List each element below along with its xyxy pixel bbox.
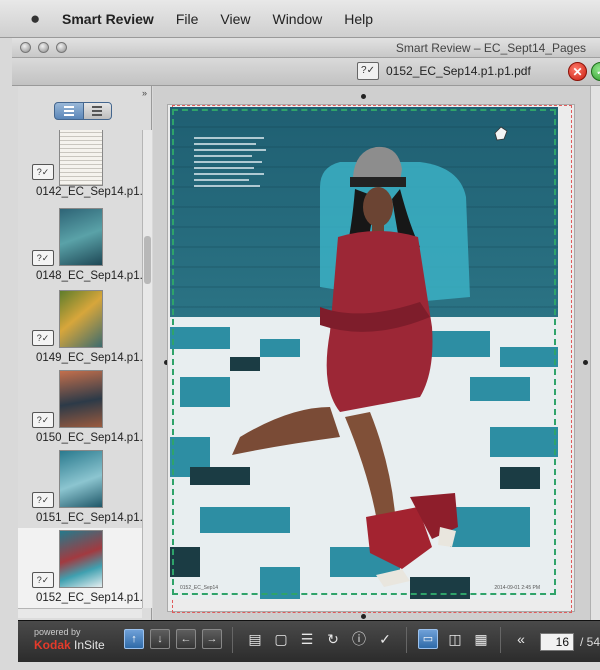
list-view-icon: [92, 106, 103, 116]
collapse-sidebar-button[interactable]: »: [142, 88, 147, 98]
list-view-button[interactable]: [83, 103, 111, 119]
thumbnail-label: 0142_EC_Sep14.p1.: [36, 186, 142, 198]
approval-badge-icon[interactable]: ?✓: [32, 164, 54, 180]
menu-help[interactable]: Help: [344, 11, 373, 27]
spread-view-icon[interactable]: ◫: [444, 629, 466, 649]
approval-badge-icon[interactable]: ?✓: [32, 250, 54, 266]
page-preview[interactable]: 0152_EC_Sep14 2014-09-01 2:45 PM: [167, 104, 575, 613]
thumbnail-label: 0151_EC_Sep14.p1.: [36, 512, 142, 524]
kodak-insite-logo: Kodak InSite: [34, 638, 105, 652]
upload-icon[interactable]: ↑: [124, 629, 144, 649]
screen: ● Smart Review File View Window Help Sma…: [0, 0, 600, 670]
sidebar-vertical-scrollbar[interactable]: [142, 130, 152, 608]
first-page-icon[interactable]: «: [510, 629, 532, 649]
thumbnail-view-toggle[interactable]: [54, 102, 112, 120]
thumbnail-list: ?✓ 0142_EC_Sep14.p1. ?✓ 0148_EC_Sep14.p1…: [18, 130, 142, 608]
page-thumbnail-image: [59, 530, 103, 588]
center-marker-bottom: [361, 614, 366, 619]
bleed-box: [172, 109, 556, 595]
sidebar-horizontal-scrollbar[interactable]: [18, 608, 142, 618]
thumbnail-label: 0148_EC_Sep14.p1.: [36, 270, 142, 282]
center-marker-right: [583, 360, 588, 365]
menu-view[interactable]: View: [220, 11, 250, 27]
grid-view-icon[interactable]: ▦: [470, 629, 492, 649]
page-thumbnail-image: [59, 208, 103, 266]
page-thumbnail-image: [59, 130, 103, 186]
brand-kodak: Kodak: [34, 638, 71, 652]
apple-menu-icon[interactable]: ●: [30, 9, 46, 28]
approval-icon[interactable]: ✓: [374, 629, 396, 649]
approve-button[interactable]: ✓: [591, 62, 600, 81]
window-title-bar: Smart Review – EC_Sept14_Pages: [12, 38, 600, 58]
menu-bar: ● Smart Review File View Window Help: [0, 0, 600, 38]
approval-badge-icon[interactable]: ?✓: [32, 572, 54, 588]
page-thumbnail-image: [59, 290, 103, 348]
page-canvas: 0152_EC_Sep14 2014-09-01 2:45 PM: [153, 86, 600, 620]
center-marker-top: [361, 94, 366, 99]
page-total: / 54: [580, 635, 600, 649]
toolbar-divider: [500, 627, 501, 653]
page-thumbnail-image: [59, 370, 103, 428]
thumbnail-item[interactable]: ?✓ 0150_EC_Sep14.p1.: [18, 370, 142, 450]
document-toolbar: ?✓ 0152_EC_Sep14.p1.p1.pdf ✕ ✓: [12, 58, 600, 86]
page-number-input[interactable]: 16: [540, 633, 574, 651]
refresh-icon[interactable]: ↻: [322, 629, 344, 649]
list-icon[interactable]: ☰: [296, 629, 318, 649]
canvas-vertical-scrollbar[interactable]: [590, 86, 600, 620]
window-minimize-button[interactable]: [38, 42, 49, 53]
thumbnail-label: 0149_EC_Sep14.p1.: [36, 352, 142, 364]
approval-badge-icon[interactable]: ?✓: [32, 412, 54, 428]
download-icon[interactable]: ↓: [150, 629, 170, 649]
approval-badge-icon[interactable]: ?✓: [32, 492, 54, 508]
menu-window[interactable]: Window: [272, 11, 322, 27]
thumbnail-item[interactable]: ?✓ 0149_EC_Sep14.p1.: [18, 290, 142, 370]
thumbnail-item[interactable]: ?✓ 0142_EC_Sep14.p1.: [18, 130, 142, 208]
layers-icon[interactable]: ▤: [244, 629, 266, 649]
thumbnail-item[interactable]: ?✓ 0148_EC_Sep14.p1.: [18, 208, 142, 288]
menu-smart-review[interactable]: Smart Review: [62, 11, 154, 27]
info-icon[interactable]: ⓘ: [348, 629, 370, 649]
approval-badge-icon[interactable]: ?✓: [32, 330, 54, 346]
grid-view-button[interactable]: [55, 103, 84, 119]
bottom-toolbar: powered by Kodak InSite ↑ ↓ ← → ▤ ▢ ☰ ↻ …: [18, 620, 600, 662]
menu-file[interactable]: File: [176, 11, 199, 27]
print-icon[interactable]: ▢: [270, 629, 292, 649]
thumbnail-label: 0150_EC_Sep14.p1.: [36, 432, 142, 444]
toolbar-divider: [406, 627, 407, 653]
scrollbar-thumb[interactable]: [144, 236, 151, 284]
page-thumbnail-sidebar: » ?✓ 0142_EC_Sep14.p1. ?✓ 0148_EC_Sep14.…: [18, 86, 152, 620]
window-zoom-button[interactable]: [56, 42, 67, 53]
approval-status-icon[interactable]: ?✓: [357, 62, 379, 80]
powered-by-text: powered by: [34, 627, 81, 637]
thumbnail-item[interactable]: ?✓ 0151_EC_Sep14.p1.: [18, 450, 142, 530]
page-thumbnail-image: [59, 450, 103, 508]
brand-insite: InSite: [70, 638, 105, 652]
window-close-button[interactable]: [20, 42, 31, 53]
single-page-view-icon[interactable]: ▭: [418, 629, 438, 649]
current-file-name: 0152_EC_Sep14.p1.p1.pdf: [386, 64, 531, 78]
reject-button[interactable]: ✕: [568, 62, 587, 81]
thumbnail-item-selected[interactable]: ?✓ 0152_EC_Sep14.p1.: [18, 528, 142, 608]
thumbnail-label: 0152_EC_Sep14.p1.: [36, 592, 142, 604]
window-title: Smart Review – EC_Sept14_Pages: [395, 41, 586, 55]
toolbar-divider: [232, 627, 233, 653]
grid-view-icon: [63, 106, 74, 116]
previous-icon[interactable]: ←: [176, 629, 196, 649]
next-icon[interactable]: →: [202, 629, 222, 649]
